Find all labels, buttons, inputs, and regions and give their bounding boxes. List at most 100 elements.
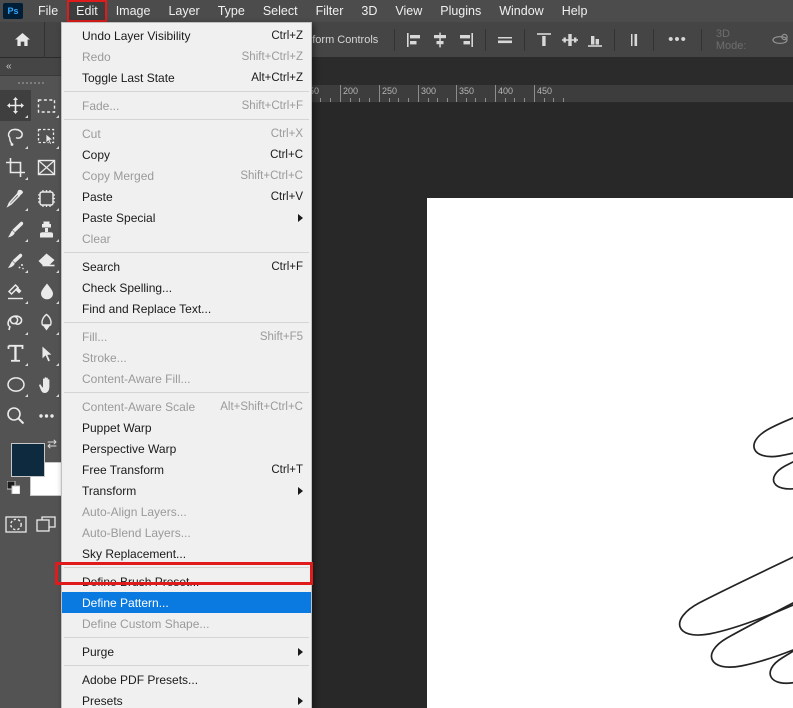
default-colors-icon[interactable] xyxy=(6,480,21,499)
tool-flyout-indicator xyxy=(25,270,28,273)
menu-item-label: Content-Aware Fill... xyxy=(82,371,191,386)
foreground-color-swatch[interactable] xyxy=(11,443,45,477)
artwork-scribble xyxy=(678,417,793,685)
menu-item-label: Auto-Align Layers... xyxy=(82,504,187,519)
menu-item-label: Search xyxy=(82,259,121,274)
menu-item-perspective-warp[interactable]: Perspective Warp xyxy=(62,438,311,459)
tool-crop-tool[interactable] xyxy=(0,152,31,183)
menu-item-search[interactable]: Search Ctrl+F xyxy=(62,256,311,277)
align-vertical-centers-icon[interactable] xyxy=(560,29,580,51)
horizontal-type-tool-icon xyxy=(7,344,24,362)
tool-frame-tool[interactable] xyxy=(31,152,62,183)
tool-flyout-indicator xyxy=(56,239,59,242)
tool-hand-tool[interactable] xyxy=(31,369,62,400)
menu-image[interactable]: Image xyxy=(108,1,159,21)
tool-eyedropper-tool[interactable] xyxy=(0,183,31,214)
menu-window[interactable]: Window xyxy=(491,1,551,21)
menu-plugins[interactable]: Plugins xyxy=(432,1,489,21)
tool-path-selection-tool[interactable] xyxy=(31,338,62,369)
menu-item-content-aware-fill: Content-Aware Fill... xyxy=(62,368,311,389)
tools-grid xyxy=(0,90,62,431)
tool-brush-tool[interactable] xyxy=(0,214,31,245)
menu-item-find-and-replace-text[interactable]: Find and Replace Text... xyxy=(62,298,311,319)
tool-flyout-indicator xyxy=(56,394,59,397)
orbit-3d-icon[interactable] xyxy=(770,29,790,51)
menu-item-copy[interactable]: Copy Ctrl+C xyxy=(62,144,311,165)
menu-item-adobe-pdf-presets[interactable]: Adobe PDF Presets... xyxy=(62,669,311,690)
tool-object-selection-tool[interactable] xyxy=(31,121,62,152)
menu-select[interactable]: Select xyxy=(255,1,306,21)
tool-blur-tool[interactable] xyxy=(31,276,62,307)
tool-flyout-indicator xyxy=(56,332,59,335)
menu-filter[interactable]: Filter xyxy=(308,1,352,21)
tool-pen-tool[interactable] xyxy=(31,307,62,338)
menu-type[interactable]: Type xyxy=(210,1,253,21)
toolbar-collapse-button[interactable]: « xyxy=(0,58,62,76)
menu-item-define-brush-preset[interactable]: Define Brush Preset... xyxy=(62,571,311,592)
menu-item-paste[interactable]: Paste Ctrl+V xyxy=(62,186,311,207)
tool-lasso-tool[interactable] xyxy=(0,121,31,152)
more-tools-icon xyxy=(39,413,54,418)
menu-item-puppet-warp[interactable]: Puppet Warp xyxy=(62,417,311,438)
menu-item-purge[interactable]: Purge xyxy=(62,641,311,662)
quick-mask-icon[interactable] xyxy=(0,509,31,540)
options-divider-6 xyxy=(700,28,702,51)
distribute-vertical-icon[interactable] xyxy=(624,29,644,51)
menu-item-define-custom-shape: Define Custom Shape... xyxy=(62,613,311,634)
tool-ellipse-shape-tool[interactable] xyxy=(0,369,31,400)
menu-edit[interactable]: Edit xyxy=(67,0,107,22)
tool-horizontal-type-tool[interactable] xyxy=(0,338,31,369)
menu-item-transform[interactable]: Transform xyxy=(62,480,311,501)
align-bottom-edges-icon[interactable] xyxy=(586,29,606,51)
menu-item-paste-special[interactable]: Paste Special xyxy=(62,207,311,228)
toolbar-grip[interactable] xyxy=(0,76,62,90)
align-horizontal-centers-icon[interactable] xyxy=(430,29,450,51)
tool-rectangular-marquee-tool[interactable] xyxy=(31,90,62,121)
align-top-edges-icon[interactable] xyxy=(534,29,554,51)
tool-eraser-tool[interactable] xyxy=(31,245,62,276)
edit-menu-dropdown[interactable]: Undo Layer Visibility Ctrl+Z Redo Shift+Ctr… xyxy=(61,22,312,708)
menu-file[interactable]: File xyxy=(30,1,66,21)
menu-item-label: Stroke... xyxy=(82,350,127,365)
menu-layer[interactable]: Layer xyxy=(160,1,207,21)
tool-spot-healing-brush-tool[interactable] xyxy=(31,183,62,214)
tool-edit-toolbar-tool[interactable] xyxy=(31,400,62,431)
photoshop-window: Ps File Edit Image Layer Type Select Filter 3D V… xyxy=(0,0,793,708)
swap-colors-icon[interactable]: ⇄ xyxy=(47,437,57,451)
menu-item-toggle-last-state[interactable]: Toggle Last State Alt+Ctrl+Z xyxy=(62,67,311,88)
menu-item-shortcut: Alt+Shift+Ctrl+C xyxy=(220,400,303,413)
object-selection-tool-icon xyxy=(37,128,55,145)
menu-item-free-transform[interactable]: Free Transform Ctrl+T xyxy=(62,459,311,480)
menu-help[interactable]: Help xyxy=(554,1,596,21)
menu-item-define-pattern[interactable]: Define Pattern... xyxy=(62,592,311,613)
tool-zoom-tool[interactable] xyxy=(0,400,31,431)
menu-item-undo-layer-visibility[interactable]: Undo Layer Visibility Ctrl+Z xyxy=(62,25,311,46)
menu-item-presets[interactable]: Presets xyxy=(62,690,311,708)
tool-gradient-tool[interactable] xyxy=(0,276,31,307)
menu-item-sky-replacement[interactable]: Sky Replacement... xyxy=(62,543,311,564)
menu-item-check-spelling[interactable]: Check Spelling... xyxy=(62,277,311,298)
options-divider xyxy=(394,28,396,51)
distribute-horizontal-icon[interactable] xyxy=(495,29,515,51)
tool-flyout-indicator xyxy=(56,146,59,149)
home-button[interactable] xyxy=(0,21,46,58)
menu-view[interactable]: View xyxy=(387,1,430,21)
more-options-button[interactable]: ••• xyxy=(660,31,695,48)
menu-separator xyxy=(64,637,309,638)
tool-clone-stamp-tool[interactable] xyxy=(31,214,62,245)
ruler-label: 400 xyxy=(498,86,514,96)
tool-history-brush-tool[interactable] xyxy=(0,245,31,276)
menu-3d[interactable]: 3D xyxy=(353,1,385,21)
tool-dodge-tool[interactable] xyxy=(0,307,31,338)
align-left-edges-icon[interactable] xyxy=(404,29,424,51)
menu-bar: Ps File Edit Image Layer Type Select Filter 3D V… xyxy=(0,0,793,22)
artboard[interactable] xyxy=(427,198,793,708)
crop-tool-icon xyxy=(6,158,25,177)
menu-item-shortcut: Ctrl+X xyxy=(270,127,303,140)
align-right-edges-icon[interactable] xyxy=(456,29,476,51)
tool-flyout-indicator xyxy=(25,146,28,149)
screen-mode-icon[interactable] xyxy=(31,509,62,540)
tool-move-tool[interactable] xyxy=(0,90,31,121)
menu-item-stroke: Stroke... xyxy=(62,347,311,368)
menu-item-label: Presets xyxy=(82,693,123,708)
